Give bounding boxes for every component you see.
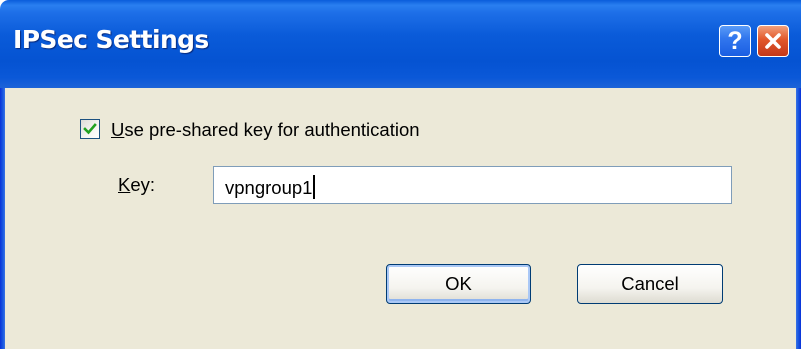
help-icon: ?	[727, 26, 743, 55]
key-label-text: ey:	[130, 174, 156, 195]
cancel-button-label: Cancel	[621, 273, 679, 294]
window-frame-left	[0, 88, 5, 349]
use-psk-label-text: se pre-shared key for authentication	[124, 119, 420, 140]
help-button[interactable]: ?	[719, 25, 751, 57]
ipsec-settings-dialog: IPSec Settings ? Use pre-shared key for …	[0, 0, 801, 349]
ok-button[interactable]: OK	[386, 264, 531, 304]
ok-button-label: OK	[445, 273, 472, 294]
key-input[interactable]: vpngroup1	[213, 166, 732, 204]
key-access-key: K	[118, 174, 131, 195]
cancel-button[interactable]: Cancel	[577, 264, 723, 304]
window-title: IPSec Settings	[13, 25, 209, 54]
close-button[interactable]	[757, 25, 789, 57]
window-frame-right	[796, 88, 801, 349]
use-psk-checkbox[interactable]	[80, 119, 100, 139]
use-psk-label[interactable]: Use pre-shared key for authentication	[111, 119, 420, 141]
key-label: Key:	[118, 174, 155, 196]
use-psk-access-key: U	[111, 119, 125, 140]
title-bar[interactable]: IPSec Settings ?	[0, 0, 801, 88]
key-input-value: vpngroup1	[225, 177, 313, 198]
checkmark-icon	[83, 123, 97, 135]
close-icon	[765, 33, 781, 49]
text-caret	[313, 175, 316, 199]
